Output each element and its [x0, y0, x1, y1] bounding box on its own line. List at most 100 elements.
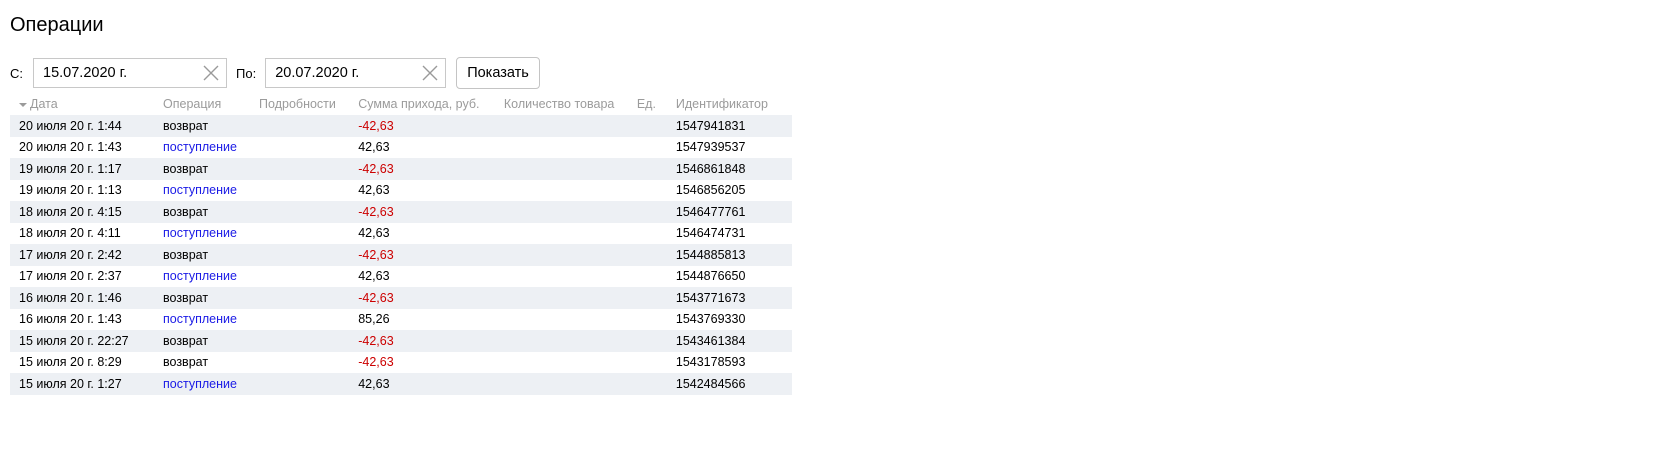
table-row: 18 июля 20 г. 4:11 поступление 42,63 154647… — [10, 223, 792, 245]
cell-amount: 42,63 — [358, 140, 390, 155]
table-row: 17 июля 20 г. 2:37 поступление 42,63 154487… — [10, 266, 792, 288]
cell-id: 1544876650 — [675, 269, 746, 284]
cell-operation[interactable]: поступление — [163, 373, 259, 395]
table-row: 17 июля 20 г. 2:42 возврат -42,63 154488581… — [10, 244, 792, 266]
cell-unit — [637, 287, 676, 309]
column-header-quantity[interactable]: Количество товара — [504, 93, 637, 115]
cell-amount: -42,63 — [358, 204, 394, 219]
from-date-value[interactable]: 15.07.2020 г. — [34, 65, 196, 81]
cell-quantity — [504, 266, 637, 288]
show-button[interactable]: Показать — [456, 57, 540, 89]
cell-operation[interactable]: поступление — [163, 266, 259, 288]
close-icon[interactable] — [415, 58, 445, 88]
cell-id: 1543771673 — [675, 290, 746, 305]
cell-details — [259, 287, 358, 309]
cell-operation: возврат — [163, 247, 209, 262]
cell-unit — [637, 373, 676, 395]
column-header-date[interactable]: Дата — [10, 93, 163, 115]
cell-unit — [637, 266, 676, 288]
cell-date: 19 июля 20 г. 1:17 — [19, 161, 122, 176]
to-date-field[interactable]: 20.07.2020 г. — [265, 58, 447, 88]
from-date-field[interactable]: 15.07.2020 г. — [33, 58, 227, 88]
cell-id: 1546477761 — [675, 204, 746, 219]
cell-operation[interactable]: поступление — [163, 180, 259, 202]
cell-operation: возврат — [163, 333, 209, 348]
table-row: 16 июля 20 г. 1:46 возврат -42,63 154377167… — [10, 287, 792, 309]
cell-operation[interactable]: поступление — [163, 223, 259, 245]
cell-quantity — [504, 137, 637, 159]
cell-operation[interactable]: поступление — [163, 309, 259, 331]
to-date-value[interactable]: 20.07.2020 г. — [266, 65, 415, 81]
cell-details — [259, 137, 358, 159]
cell-quantity — [504, 287, 637, 309]
from-label: С: — [10, 65, 23, 81]
cell-operation: возврат — [163, 204, 209, 219]
cell-id: 1542484566 — [675, 376, 746, 391]
cell-amount: -42,63 — [358, 118, 394, 133]
cell-details — [259, 201, 358, 223]
sort-desc-icon — [19, 102, 27, 107]
table-row: 18 июля 20 г. 4:15 возврат -42,63 154647776… — [10, 201, 792, 223]
cell-unit — [637, 201, 676, 223]
cell-quantity — [504, 115, 637, 137]
table-row: 15 июля 20 г. 22:27 возврат -42,63 15434613… — [10, 330, 792, 352]
cell-unit — [637, 309, 676, 331]
cell-amount: 42,63 — [358, 269, 390, 284]
cell-details — [259, 223, 358, 245]
cell-details — [259, 309, 358, 331]
cell-quantity — [504, 352, 637, 374]
table-header-row: Дата Операция Подробности Сумма прихода,… — [10, 93, 792, 115]
cell-amount: -42,63 — [358, 161, 394, 176]
cell-date: 20 июля 20 г. 1:44 — [19, 118, 122, 133]
cell-date: 20 июля 20 г. 1:43 — [19, 140, 122, 155]
cell-quantity — [504, 223, 637, 245]
cell-operation: возврат — [163, 290, 209, 305]
cell-id: 1546856205 — [675, 183, 746, 198]
column-header-operation[interactable]: Операция — [163, 93, 259, 115]
cell-unit — [637, 158, 676, 180]
cell-date: 15 июля 20 г. 22:27 — [19, 333, 129, 348]
cell-quantity — [504, 180, 637, 202]
cell-unit — [637, 115, 676, 137]
cell-date: 19 июля 20 г. 1:13 — [19, 183, 122, 198]
cell-unit — [637, 330, 676, 352]
cell-quantity — [504, 201, 637, 223]
cell-operation[interactable]: поступление — [163, 137, 259, 159]
cell-operation: возврат — [163, 118, 209, 133]
cell-unit — [637, 352, 676, 374]
cell-quantity — [504, 158, 637, 180]
cell-date: 18 июля 20 г. 4:11 — [19, 226, 121, 241]
cell-id: 1544885813 — [675, 247, 746, 262]
cell-amount: 42,63 — [358, 376, 390, 391]
cell-amount: -42,63 — [358, 290, 394, 305]
cell-amount: 42,63 — [358, 183, 390, 198]
column-header-unit[interactable]: Ед. — [637, 93, 676, 115]
column-header-id[interactable]: Идентификатор — [676, 93, 792, 115]
cell-details — [259, 373, 358, 395]
table-row: 19 июля 20 г. 1:13 поступление 42,63 154685… — [10, 180, 792, 202]
cell-unit — [637, 180, 676, 202]
cell-quantity — [504, 244, 637, 266]
column-header-details[interactable]: Подробности — [259, 93, 358, 115]
cell-operation: возврат — [163, 355, 209, 370]
cell-details — [259, 266, 358, 288]
cell-details — [259, 158, 358, 180]
cell-unit — [637, 223, 676, 245]
close-icon[interactable] — [196, 58, 226, 88]
table-row: 20 июля 20 г. 1:43 поступление 42,63 154793… — [10, 137, 792, 159]
cell-date: 16 июля 20 г. 1:46 — [19, 290, 122, 305]
column-header-amount[interactable]: Сумма прихода, руб. — [358, 93, 504, 115]
page-title: Операции — [10, 14, 104, 36]
cell-details — [259, 352, 358, 374]
operations-table: Дата Операция Подробности Сумма прихода,… — [10, 93, 792, 395]
cell-id: 1543461384 — [675, 333, 746, 348]
cell-details — [259, 180, 358, 202]
cell-details — [259, 244, 358, 266]
cell-quantity — [504, 373, 637, 395]
cell-id: 1547941831 — [675, 118, 746, 133]
table-row: 15 июля 20 г. 1:27 поступление 42,63 154248… — [10, 373, 792, 395]
cell-date: 15 июля 20 г. 1:27 — [19, 376, 122, 391]
cell-id: 1543178593 — [675, 355, 746, 370]
date-filter-bar: С: 15.07.2020 г. По: 20.07.2020 г. Показ… — [10, 57, 540, 89]
cell-amount: -42,63 — [358, 247, 394, 262]
